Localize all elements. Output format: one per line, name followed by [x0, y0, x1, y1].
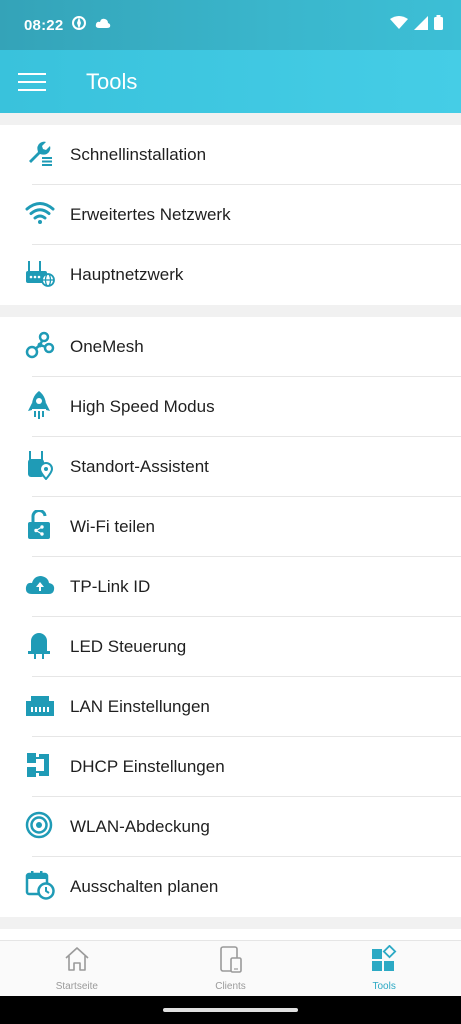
gesture-bar [0, 996, 461, 1024]
list-item-label: Standort-Assistent [70, 457, 209, 476]
list-item-label: High Speed Modus [70, 397, 215, 416]
ethernet-port-icon [25, 692, 55, 723]
nav-label: Clients [215, 981, 246, 992]
nav-clients[interactable]: Clients [154, 941, 308, 996]
calendar-clock-icon [25, 870, 55, 905]
nav-label: Startseite [55, 981, 98, 992]
list-item-tplink-id[interactable]: TP-Link ID [0, 557, 461, 617]
app-bar: Tools [0, 50, 461, 113]
list-item-label: Ausschalten planen [70, 877, 219, 896]
list-item-main-network[interactable]: Hauptnetzwerk [0, 245, 461, 305]
list-item-label: OneMesh [70, 337, 144, 356]
list-item-label: TP-Link ID [70, 577, 151, 596]
list-item-label: Hauptnetzwerk [70, 265, 184, 284]
pinwheel-notification-icon [71, 15, 87, 36]
wifi-signal-icon [390, 15, 408, 35]
status-bar: 08:22 [0, 0, 461, 50]
page-title: Tools [86, 68, 138, 94]
home-icon [63, 945, 91, 978]
list-item-label: DHCP Einstellungen [70, 757, 225, 776]
rocket-icon [25, 390, 53, 425]
list-item-power-schedule[interactable]: Ausschalten planen [0, 857, 461, 917]
list-item-label: WLAN-Abdeckung [70, 817, 210, 836]
section-gap [0, 113, 461, 125]
nav-tools[interactable]: Tools [307, 941, 461, 996]
tools-list: Schnellinstallation Erweitertes Netzwerk… [0, 113, 461, 929]
bottom-navigation: Startseite Clients Tools [0, 940, 461, 996]
list-item-dhcp-settings[interactable]: DHCP Einstellungen [0, 737, 461, 797]
led-icon [25, 630, 53, 665]
section-tools: OneMesh High Speed Modus Standort-Assist… [0, 317, 461, 917]
section-gap [0, 917, 461, 929]
list-item-label: Schnellinstallation [70, 145, 207, 164]
wifi-icon [25, 201, 55, 230]
list-item-wifi-share[interactable]: Wi-Fi teilen [0, 497, 461, 557]
home-gesture-handle[interactable] [163, 1008, 298, 1012]
list-item-label: Wi-Fi teilen [70, 517, 156, 536]
list-item-lan-settings[interactable]: LAN Einstellungen [0, 677, 461, 737]
nav-home[interactable]: Startseite [0, 941, 154, 996]
cloud-notification-icon [95, 16, 111, 34]
tools-grid-icon [370, 944, 398, 978]
coverage-icon [25, 811, 53, 844]
list-item-quick-setup[interactable]: Schnellinstallation [0, 125, 461, 185]
mesh-nodes-icon [25, 331, 55, 364]
dhcp-icon [25, 751, 53, 784]
battery-icon [434, 15, 443, 35]
wrench-icon [25, 139, 53, 172]
list-item-extended-network[interactable]: Erweitertes Netzwerk [0, 185, 461, 245]
list-item-onemesh[interactable]: OneMesh [0, 317, 461, 377]
section-network: Schnellinstallation Erweitertes Netzwerk… [0, 125, 461, 305]
devices-icon [217, 945, 245, 978]
menu-button[interactable] [0, 50, 64, 113]
list-item-label: LED Steuerung [70, 637, 187, 656]
list-item-location-assistant[interactable]: Standort-Assistent [0, 437, 461, 497]
section-gap [0, 305, 461, 317]
device-location-icon [25, 450, 54, 485]
list-item-led-control[interactable]: LED Steuerung [0, 617, 461, 677]
list-item-label: Erweitertes Netzwerk [70, 205, 231, 224]
cell-signal-icon [414, 15, 428, 35]
status-time: 08:22 [24, 16, 64, 34]
list-item-label: LAN Einstellungen [70, 697, 210, 716]
list-item-wlan-coverage[interactable]: WLAN-Abdeckung [0, 797, 461, 857]
hamburger-menu-icon [18, 72, 46, 91]
cloud-upload-icon [25, 574, 55, 601]
unlock-share-icon [25, 508, 53, 545]
router-globe-icon [25, 259, 55, 292]
nav-label: Tools [372, 981, 396, 992]
list-item-high-speed-mode[interactable]: High Speed Modus [0, 377, 461, 437]
